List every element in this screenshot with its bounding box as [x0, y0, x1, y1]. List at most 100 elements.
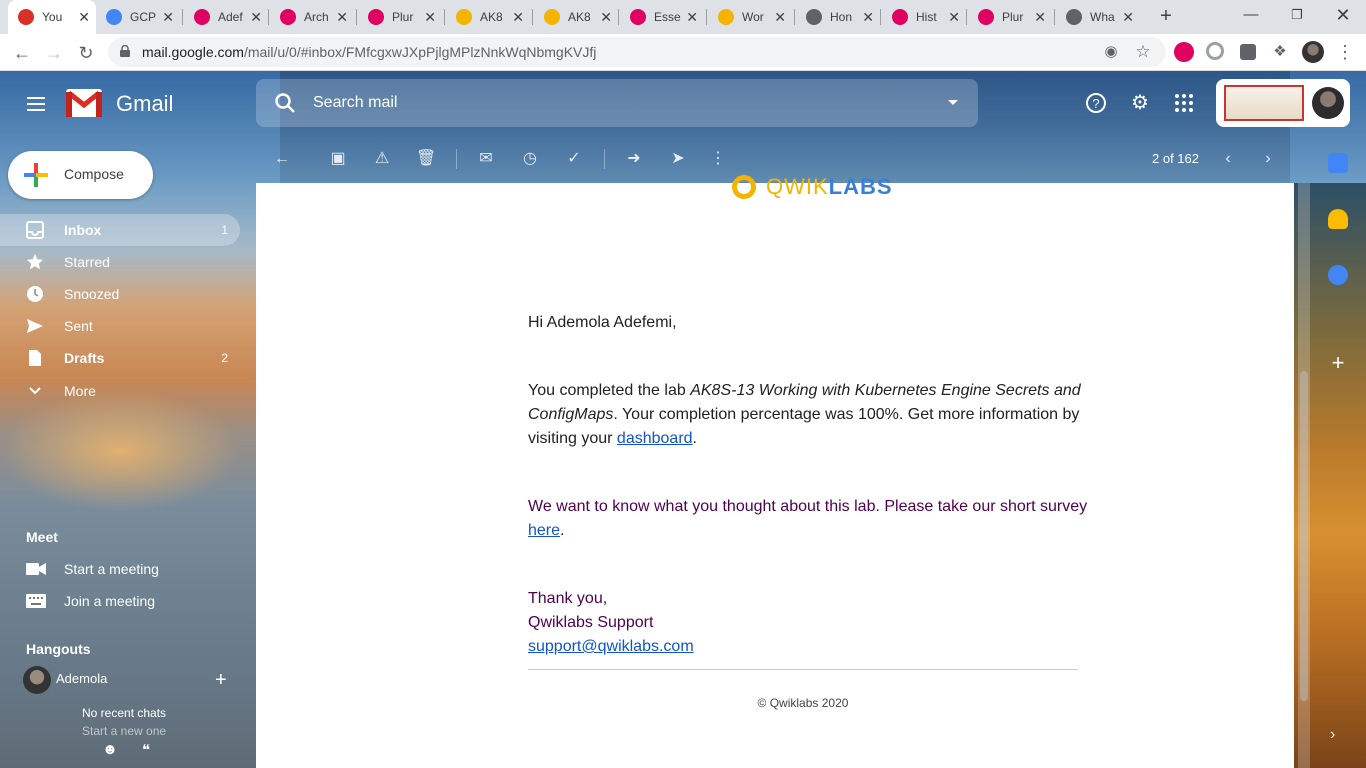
keep-icon[interactable]: [1328, 209, 1348, 229]
browser-tab[interactable]: AK8 ✕: [446, 0, 530, 34]
sidebar-item-starred[interactable]: Starred: [0, 246, 240, 278]
scrollbar-thumb[interactable]: [1300, 371, 1308, 701]
close-tab-icon[interactable]: ✕: [424, 9, 436, 26]
dashboard-link[interactable]: dashboard: [617, 430, 693, 447]
close-window-button[interactable]: ✕: [1320, 0, 1366, 32]
pluralsight-icon: [892, 9, 908, 25]
thanks-line: Thank you,: [528, 590, 608, 607]
close-tab-icon[interactable]: ✕: [774, 9, 786, 26]
search-options-icon[interactable]: [948, 100, 958, 105]
calendar-icon[interactable]: [1328, 153, 1348, 173]
back-button[interactable]: ←: [8, 39, 36, 67]
sidebar-item-inbox[interactable]: Inbox 1: [0, 214, 240, 246]
close-tab-icon[interactable]: ✕: [1122, 9, 1134, 26]
browser-tab[interactable]: Hon ✕: [796, 0, 880, 34]
tasks-icon[interactable]: [1328, 265, 1348, 285]
maximize-button[interactable]: ❐: [1274, 0, 1320, 32]
search-input[interactable]: Search mail: [313, 94, 397, 112]
contacts-icon[interactable]: ☻: [100, 741, 120, 761]
back-to-inbox-icon[interactable]: ←: [272, 149, 292, 169]
hangouts-quote-icon[interactable]: ❝: [136, 741, 156, 761]
join-meeting-item[interactable]: Join a meeting: [0, 586, 240, 616]
pluralsight-extension-icon[interactable]: [1174, 42, 1194, 62]
apps-grid-icon[interactable]: [1172, 91, 1196, 115]
survey-link[interactable]: here: [528, 522, 560, 539]
bookmark-star-icon[interactable]: ☆: [1133, 42, 1153, 62]
main-menu-icon[interactable]: [24, 93, 48, 117]
start-meeting-item[interactable]: Start a meeting: [0, 554, 240, 584]
tab-separator: [356, 9, 357, 25]
side-panel-toggle-icon[interactable]: ›: [1330, 726, 1335, 744]
forward-button[interactable]: →: [40, 39, 68, 67]
search-bar[interactable]: Search mail: [256, 79, 978, 127]
close-tab-icon[interactable]: ✕: [78, 9, 90, 26]
report-spam-icon[interactable]: ⚠: [372, 149, 392, 169]
close-tab-icon[interactable]: ✕: [1034, 9, 1046, 26]
browser-tab[interactable]: AK8 ✕: [534, 0, 618, 34]
move-to-icon[interactable]: ➜: [624, 149, 644, 169]
label-icon[interactable]: ➤: [668, 149, 688, 169]
completion-text-end: .: [692, 430, 697, 447]
browser-tab[interactable]: Adef ✕: [184, 0, 268, 34]
gmail-logo-icon[interactable]: [66, 89, 102, 117]
lock-icon[interactable]: [120, 45, 130, 57]
start-new-chat-link[interactable]: Start a new one: [82, 724, 166, 738]
browser-tab[interactable]: Plur ✕: [358, 0, 442, 34]
eye-icon[interactable]: ◉: [1101, 42, 1121, 62]
more-options-icon[interactable]: ⋮: [708, 149, 728, 169]
close-tab-icon[interactable]: ✕: [250, 9, 262, 26]
archive-icon[interactable]: ▣: [328, 149, 348, 169]
older-chevron-icon[interactable]: ›: [1258, 149, 1278, 169]
browser-tab[interactable]: Hist ✕: [882, 0, 966, 34]
account-switcher[interactable]: [1216, 79, 1350, 127]
account-avatar[interactable]: [1312, 87, 1344, 119]
hangouts-avatar[interactable]: [23, 666, 51, 694]
help-icon[interactable]: ?: [1084, 91, 1108, 115]
browser-tab[interactable]: You ✕: [8, 0, 96, 34]
cast-extension-icon[interactable]: [1240, 44, 1256, 60]
get-addons-icon[interactable]: +: [1328, 352, 1348, 374]
close-tab-icon[interactable]: ✕: [686, 9, 698, 26]
newer-chevron-icon[interactable]: ‹: [1218, 149, 1238, 169]
qwiklabs-icon: [718, 9, 734, 25]
sidebar-item-snoozed[interactable]: Snoozed: [0, 278, 240, 310]
close-tab-icon[interactable]: ✕: [336, 9, 348, 26]
support-email-link[interactable]: support@qwiklabs.com: [528, 638, 694, 655]
close-tab-icon[interactable]: ✕: [512, 9, 524, 26]
chrome-menu-icon[interactable]: ⋮: [1335, 42, 1355, 62]
settings-gear-icon[interactable]: ⚙: [1128, 91, 1152, 115]
delete-icon[interactable]: 🗑: [416, 149, 436, 169]
sidebar-item-sent[interactable]: Sent: [0, 310, 240, 342]
sidebar-item-more[interactable]: More: [0, 375, 240, 407]
new-conversation-icon[interactable]: +: [215, 669, 227, 692]
hexagon-extension-icon[interactable]: [1206, 42, 1224, 60]
reload-button[interactable]: ↻: [72, 39, 100, 67]
browser-tab[interactable]: Arch ✕: [270, 0, 354, 34]
browser-tab[interactable]: GCP ✕: [96, 0, 180, 34]
search-icon[interactable]: [274, 92, 296, 114]
new-tab-button[interactable]: +: [1154, 4, 1178, 28]
browser-tab[interactable]: Esse ✕: [620, 0, 704, 34]
sidebar-item-drafts[interactable]: Drafts 2: [0, 342, 240, 374]
close-tab-icon[interactable]: ✕: [162, 9, 174, 26]
address-bar[interactable]: mail.google.com/mail/u/0/#inbox/FMfcgxwJ…: [108, 37, 1166, 67]
snooze-icon[interactable]: ◷: [520, 149, 540, 169]
compose-button[interactable]: Compose: [8, 151, 153, 199]
close-tab-icon[interactable]: ✕: [862, 9, 874, 26]
qwiklabs-logo: QWIK LABS: [732, 173, 893, 201]
mark-unread-icon[interactable]: ✉: [476, 149, 496, 169]
profile-avatar[interactable]: [1302, 41, 1324, 63]
browser-tab-strip: You ✕ GCP ✕ Adef ✕ Arch ✕ Plur ✕ AK8 ✕ AK8 ✕ Esse ✕ Wor ✕…: [0, 0, 1366, 34]
browser-tab[interactable]: Wor ✕: [708, 0, 792, 34]
close-tab-icon[interactable]: ✕: [948, 9, 960, 26]
close-tab-icon[interactable]: ✕: [600, 9, 612, 26]
browser-tab[interactable]: Wha ✕: [1056, 0, 1140, 34]
pagination-text: 2 of 162: [1152, 151, 1199, 166]
url-host: mail.google.com: [142, 44, 244, 60]
browser-tab[interactable]: Plur ✕: [968, 0, 1052, 34]
clock-icon: [26, 285, 44, 303]
hangouts-user-name[interactable]: Ademola: [56, 671, 107, 686]
add-to-tasks-icon[interactable]: ✓: [564, 149, 584, 169]
extensions-puzzle-icon[interactable]: ❖: [1270, 42, 1290, 62]
minimize-button[interactable]: —: [1228, 0, 1274, 32]
